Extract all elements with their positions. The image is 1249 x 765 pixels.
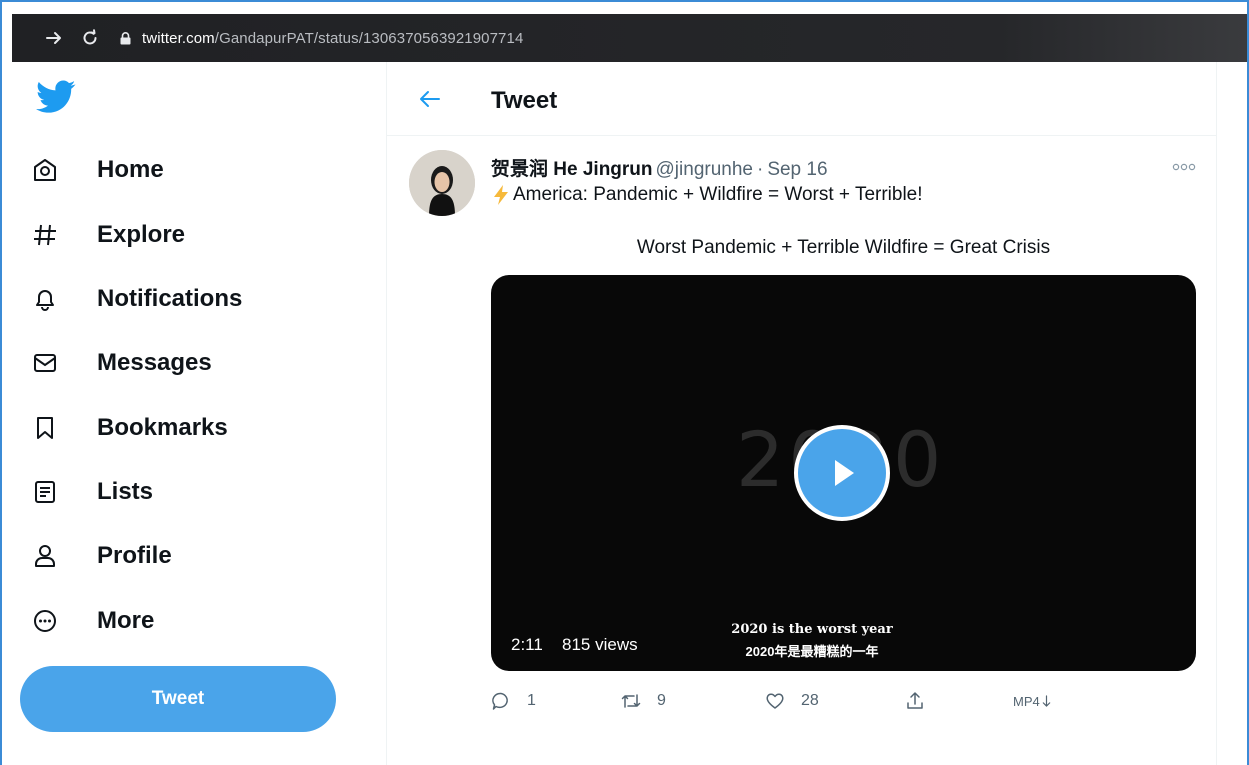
- reload-icon[interactable]: [76, 24, 104, 52]
- tweet-text: America: Pandemic + Wildfire = Worst + T…: [513, 184, 923, 205]
- envelope-icon: [32, 348, 72, 378]
- reply-icon: [492, 692, 508, 710]
- video-player[interactable]: 2020 2:11 815 views 2020 is the worst ye…: [491, 275, 1196, 671]
- author-handle[interactable]: @jingrunhe: [656, 159, 753, 180]
- lightning-icon: [494, 185, 508, 205]
- tweet-text-line-1: America: Pandemic + Wildfire = Worst + T…: [491, 184, 923, 206]
- page-title: Tweet: [491, 87, 558, 114]
- retweet-icon: [621, 694, 641, 708]
- more-options-icon[interactable]: [1171, 162, 1197, 172]
- more-circle-icon: [32, 606, 72, 636]
- sidebar-item-label: Home: [97, 156, 164, 183]
- sidebar-item-notifications[interactable]: Notifications: [32, 277, 242, 321]
- person-icon: [32, 541, 72, 571]
- sidebar-item-label: Explore: [97, 221, 186, 248]
- page-header: Tweet: [387, 62, 1216, 136]
- video-views: 815 views: [562, 635, 638, 654]
- bookmark-icon: [32, 413, 72, 443]
- author-name[interactable]: 贺景润 He Jingrun: [491, 159, 653, 180]
- heart-icon: [766, 693, 784, 709]
- sidebar-item-label: Profile: [97, 542, 172, 569]
- like-button[interactable]: 28: [765, 686, 819, 716]
- lock-icon[interactable]: [118, 31, 132, 45]
- url-host: twitter.com: [142, 29, 215, 47]
- sidebar-item-label: Lists: [97, 478, 154, 505]
- play-button[interactable]: [794, 425, 890, 521]
- sidebar-item-lists[interactable]: Lists: [32, 470, 153, 514]
- bell-icon: [32, 284, 72, 314]
- address-bar[interactable]: twitter.com/GandapurPAT/status/130637056…: [142, 30, 523, 47]
- sidebar: Home Explore Notifications Messages Book…: [12, 62, 386, 765]
- share-button[interactable]: [905, 686, 925, 716]
- hashtag-icon: [32, 220, 72, 250]
- sidebar-item-home[interactable]: Home: [32, 148, 164, 192]
- tweet-text-line-2: Worst Pandemic + Terrible Wildfire = Gre…: [636, 237, 1051, 258]
- sidebar-item-label: Messages: [97, 349, 212, 376]
- forward-arrow-icon[interactable]: [40, 24, 68, 52]
- tweet-button[interactable]: Tweet: [20, 666, 336, 732]
- list-icon: [32, 477, 72, 507]
- sidebar-item-profile[interactable]: Profile: [32, 534, 172, 578]
- reply-count: 1: [527, 692, 536, 709]
- play-icon: [835, 460, 854, 486]
- mp4-label: MP4: [1013, 693, 1040, 709]
- back-arrow-icon[interactable]: [417, 86, 443, 112]
- retweet-button[interactable]: 9: [621, 686, 666, 716]
- video-subtitle-chinese: 2020年是最糟糕的一年: [745, 644, 879, 659]
- download-arrow-icon: [1042, 694, 1051, 707]
- sidebar-item-bookmarks[interactable]: Bookmarks: [32, 406, 228, 450]
- reply-button[interactable]: 1: [491, 686, 536, 716]
- sidebar-item-messages[interactable]: Messages: [32, 341, 212, 385]
- sidebar-item-label: Notifications: [97, 285, 243, 312]
- video-duration: 2:11: [511, 635, 543, 654]
- sidebar-item-label: More: [97, 607, 155, 634]
- meta-separator: ·: [756, 159, 764, 180]
- tweet-actions: 1 9 28 MP4: [491, 686, 1196, 716]
- sidebar-item-explore[interactable]: Explore: [32, 213, 185, 257]
- retweet-count: 9: [657, 692, 666, 709]
- main-right-divider: [1216, 62, 1217, 765]
- browser-toolbar: twitter.com/GandapurPAT/status/130637056…: [12, 14, 1247, 62]
- mp4-download-button[interactable]: MP4: [1013, 686, 1052, 716]
- avatar[interactable]: [409, 150, 475, 216]
- video-subtitle-english: 2020 is the worst year: [731, 622, 893, 637]
- tweet-date[interactable]: Sep 16: [767, 159, 827, 180]
- main-column: Tweet 贺景润 He Jingrun @jingrunhe · Sep 16 Am…: [387, 62, 1216, 765]
- twitter-logo-icon[interactable]: [36, 80, 76, 114]
- home-icon: [32, 155, 72, 185]
- share-icon: [907, 692, 923, 709]
- like-count: 28: [801, 692, 819, 709]
- tweet-author-line: 贺景润 He Jingrun @jingrunhe · Sep 16: [491, 154, 828, 181]
- sidebar-item-more[interactable]: More: [32, 599, 154, 643]
- url-path: /GandapurPAT/status/1306370563921907714: [214, 29, 524, 47]
- sidebar-item-label: Bookmarks: [97, 414, 228, 441]
